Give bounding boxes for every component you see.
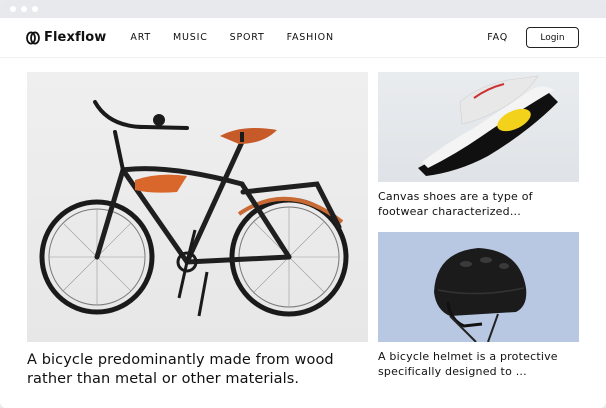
- shoes-article-title[interactable]: Canvas shoes are a type of footwear char…: [378, 190, 579, 219]
- featured-article-title[interactable]: A bicycle predominantly made from wood r…: [27, 351, 368, 389]
- shoe-image[interactable]: [378, 72, 579, 182]
- nav-item-music[interactable]: MUSIC: [173, 32, 208, 43]
- helmet-article-title[interactable]: A bicycle helmet is a protective specifi…: [378, 350, 579, 379]
- brand-name: Flexflow: [44, 30, 107, 45]
- window-dot-icon: [21, 6, 27, 12]
- featured-article-card[interactable]: A bicycle predominantly made from wood r…: [27, 72, 368, 389]
- login-button[interactable]: Login: [526, 27, 579, 48]
- article-card-shoes[interactable]: Canvas shoes are a type of footwear char…: [378, 72, 579, 219]
- nav-item-sport[interactable]: SPORT: [230, 32, 265, 43]
- article-card-helmet[interactable]: A bicycle helmet is a protective specifi…: [378, 232, 579, 379]
- article-grid: A bicycle predominantly made from wood r…: [0, 58, 606, 408]
- helmet-illustration: [434, 248, 527, 342]
- wooden-bicycle-illustration: [39, 100, 349, 317]
- nav-item-art[interactable]: ART: [130, 32, 151, 43]
- main-menu: ART MUSIC SPORT FASHION: [130, 32, 355, 43]
- browser-titlebar: [0, 0, 606, 18]
- browser-window: Flexflow ART MUSIC SPORT FASHION FAQ Log…: [0, 0, 606, 408]
- window-dot-icon: [32, 6, 38, 12]
- logo[interactable]: Flexflow: [26, 30, 106, 45]
- flexflow-logo-icon: [26, 31, 40, 44]
- bicycle-image[interactable]: [27, 72, 368, 342]
- sneaker-illustration: [418, 75, 558, 176]
- window-dot-icon: [10, 6, 16, 12]
- nav-item-fashion[interactable]: FASHION: [287, 32, 334, 43]
- top-navigation: Flexflow ART MUSIC SPORT FASHION FAQ Log…: [0, 18, 606, 58]
- helmet-image[interactable]: [378, 232, 579, 342]
- faq-link[interactable]: FAQ: [487, 32, 508, 43]
